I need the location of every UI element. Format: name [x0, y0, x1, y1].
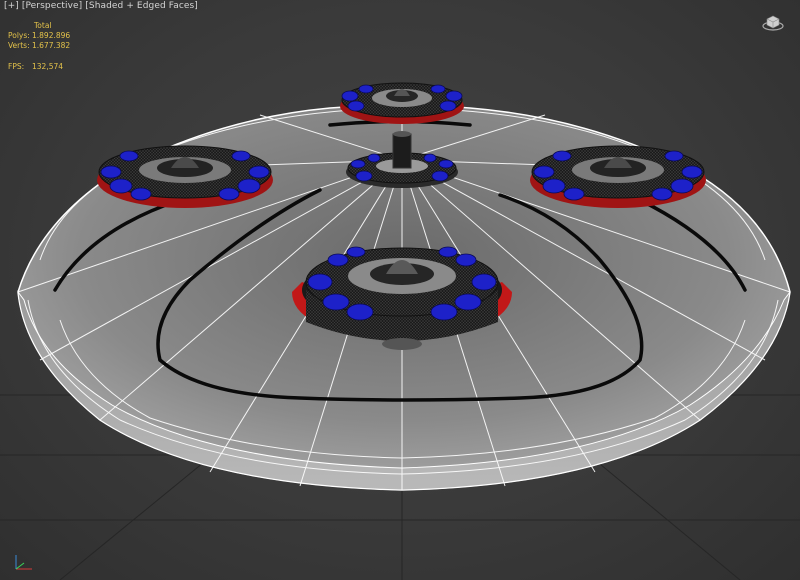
stats-overlay: Total Polys: 1.892.896 Verts: 1.677.382 … [8, 21, 70, 72]
module-right [530, 145, 706, 208]
verts-value: 1.677.382 [32, 41, 71, 50]
module-left [97, 145, 273, 208]
home-viewcube-icon[interactable] [762, 10, 784, 32]
stats-header: Total [34, 21, 52, 30]
stats-verts-row: Verts: 1.677.382 [8, 41, 70, 51]
fps-label: FPS: [8, 62, 25, 71]
fps-value: 132,574 [32, 62, 64, 71]
viewport-menu-button[interactable]: [+] [4, 1, 19, 11]
module-top [340, 82, 464, 124]
shading-mode-button[interactable]: [Shaded + Edged Faces] [85, 1, 198, 11]
stats-polys-row: Polys: 1.892.896 [8, 31, 70, 41]
verts-label: Verts: [8, 41, 30, 50]
viewport-label: [+] [Perspective] [Shaded + Edged Faces] [4, 1, 198, 11]
perspective-viewport[interactable]: [+] [Perspective] [Shaded + Edged Faces]… [0, 0, 800, 580]
polys-label: Polys: [8, 31, 30, 40]
view-type-button[interactable]: [Perspective] [22, 1, 82, 11]
viewport-scene [0, 82, 800, 580]
axis-tripod-icon [15, 555, 32, 570]
polys-value: 1.892.896 [32, 31, 71, 40]
stats-fps-row: FPS: 132,574 [8, 62, 70, 72]
